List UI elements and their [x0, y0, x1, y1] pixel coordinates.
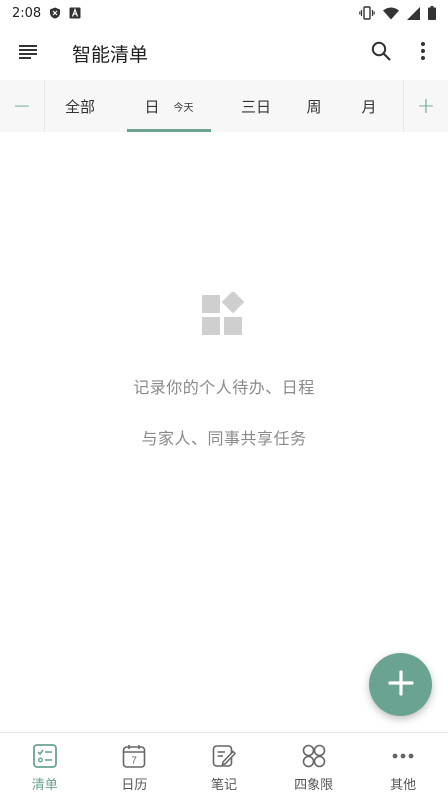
- tab-month[interactable]: 月: [343, 80, 395, 132]
- tab-label: 月: [361, 97, 377, 116]
- empty-message-line1: 记录你的个人待办、日程: [133, 378, 315, 397]
- search-button[interactable]: [360, 26, 402, 80]
- status-right: [359, 6, 436, 20]
- wifi-icon: [383, 7, 399, 20]
- plus-icon: +: [416, 93, 436, 119]
- tab-label: 日: [144, 97, 160, 116]
- calendar-day-text: 7: [132, 756, 138, 767]
- plus-icon: [387, 669, 414, 700]
- search-icon: [371, 41, 391, 65]
- nav-item-calendar[interactable]: 7 日历: [90, 733, 180, 798]
- tab-sub-label: 今天: [173, 102, 194, 114]
- minus-icon: −: [12, 93, 32, 119]
- page-title: 智能清单: [72, 43, 149, 66]
- shield-badge-icon: [49, 7, 61, 19]
- nav-label: 清单: [31, 778, 58, 793]
- widgets-icon: [202, 290, 248, 338]
- more-button[interactable]: [402, 26, 444, 80]
- nav-item-quadrant[interactable]: 四象限: [269, 733, 359, 798]
- nav-label: 日历: [121, 778, 148, 793]
- menu-button[interactable]: [0, 26, 56, 80]
- add-task-button[interactable]: [369, 653, 432, 716]
- range-tabs: 全部 日 今天 三日 周 月: [45, 80, 403, 132]
- tab-label: 周: [306, 97, 322, 116]
- tab-week[interactable]: 周: [285, 80, 343, 132]
- tab-three-days[interactable]: 三日: [227, 80, 285, 132]
- app-bar: 智能清单: [0, 26, 448, 80]
- tab-day[interactable]: 日 今天: [127, 80, 211, 132]
- vibrate-icon: [359, 6, 375, 20]
- tab-all[interactable]: 全部: [45, 80, 115, 132]
- quadrant-icon: [301, 743, 327, 769]
- battery-icon: [428, 6, 436, 20]
- nav-label: 笔记: [210, 778, 237, 793]
- bottom-nav: 清单 7 日历 笔记 四象限 其他: [0, 732, 448, 798]
- app-screen: 2:08 智能清单 − 全部 日 今天 三日 周 月 + 记录你的个人待办、日程…: [0, 0, 448, 798]
- range-decrease-button[interactable]: −: [0, 80, 45, 132]
- nav-item-more[interactable]: 其他: [358, 733, 448, 798]
- status-left: 2:08: [12, 6, 81, 21]
- tab-label: 三日: [240, 97, 271, 116]
- calendar-icon: 7: [121, 743, 147, 769]
- menu-icon: [19, 44, 37, 63]
- note-edit-icon: [211, 743, 237, 769]
- nav-label: 四象限: [294, 778, 334, 793]
- range-increase-button[interactable]: +: [403, 80, 448, 132]
- status-bar: 2:08: [0, 0, 448, 26]
- status-time: 2:08: [12, 5, 42, 21]
- nav-label: 其他: [390, 778, 417, 793]
- a-badge-icon: [69, 7, 81, 19]
- tab-label: 全部: [64, 97, 95, 116]
- checklist-icon: [32, 743, 58, 769]
- more-horiz-icon: [390, 743, 416, 769]
- range-tab-bar: − 全部 日 今天 三日 周 月 +: [0, 80, 448, 132]
- empty-message-line2: 与家人、同事共享任务: [141, 429, 307, 448]
- nav-item-list[interactable]: 清单: [0, 733, 90, 798]
- nav-item-notes[interactable]: 笔记: [179, 733, 269, 798]
- signal-icon: [407, 6, 420, 20]
- more-vert-icon: [421, 42, 425, 64]
